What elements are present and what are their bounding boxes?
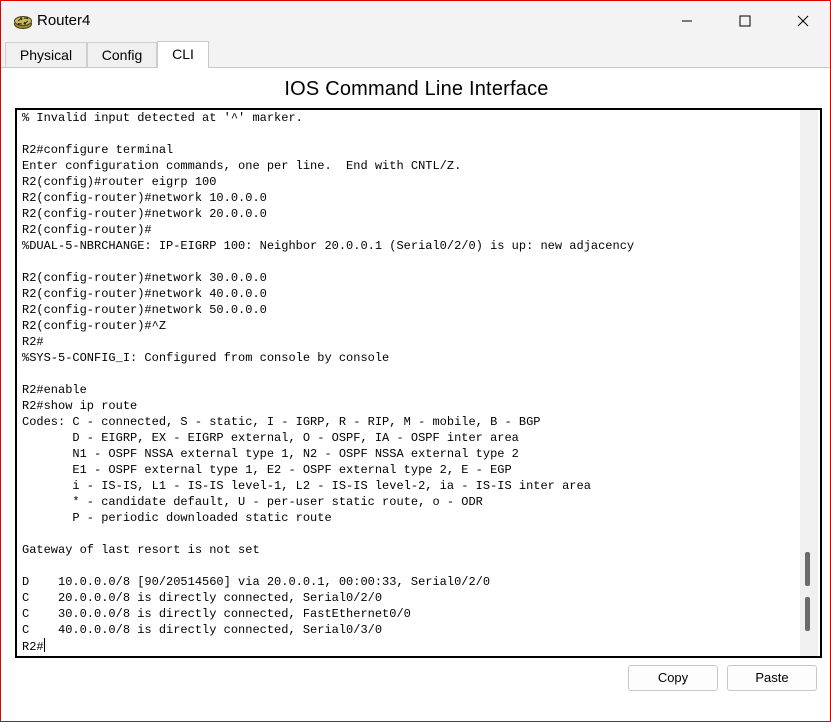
window-title: Router4 [37,12,91,29]
terminal-line: R2(config-router)# [22,223,152,237]
terminal-line: R2(config-router)#network 50.0.0.0 [22,303,267,317]
terminal-line: C 30.0.0.0/8 is directly connected, Fast… [22,607,411,621]
terminal-line: C 20.0.0.0/8 is directly connected, Seri… [22,591,383,605]
tab-physical[interactable]: Physical [5,42,87,67]
scrollbar-thumb-lower[interactable] [805,597,810,631]
terminal-output: % Invalid input detected at '^' marker. … [22,110,634,655]
terminal-line: R2#enable [22,383,87,397]
terminal-line: * - candidate default, U - per-user stat… [72,495,483,509]
terminal-line: N1 - OSPF NSSA external type 1, N2 - OSP… [72,447,519,461]
terminal-line: i - IS-IS, L1 - IS-IS level-1, L2 - IS-I… [72,479,591,493]
terminal-line: E1 - OSPF external type 1, E2 - OSPF ext… [72,463,512,477]
terminal-line: R2(config-router)#network 10.0.0.0 [22,191,267,205]
terminal-line: %DUAL-5-NBRCHANGE: IP-EIGRP 100: Neighbo… [22,239,635,253]
title-bar: Router4 [1,1,830,41]
terminal-line: R2# [22,335,44,349]
tab-bar: Physical Config CLI [1,41,830,68]
terminal-history: % Invalid input detected at '^' marker. … [22,111,634,637]
terminal-line: R2(config-router)#^Z [22,319,167,333]
terminal-line: R2#configure terminal [22,143,174,157]
terminal-line: R2(config-router)#network 30.0.0.0 [22,271,267,285]
close-button[interactable] [774,1,830,41]
text-cursor [43,638,45,652]
terminal-line: % Invalid input detected at '^' marker. [22,111,303,125]
router-window: Router4 Physical Config CLI IOS Command … [0,0,831,722]
terminal-line: Codes: C - connected, S - static, I - IG… [22,415,541,429]
minimize-button[interactable] [658,1,716,41]
terminal-line: R2(config)#router eigrp 100 [22,175,217,189]
terminal-line: C 40.0.0.0/8 is directly connected, Seri… [22,623,383,637]
scrollbar-thumb-upper[interactable] [805,552,810,586]
minimize-icon [682,20,692,22]
paste-button[interactable]: Paste [727,665,817,691]
copy-button[interactable]: Copy [628,665,718,691]
terminal-line: Enter configuration commands, one per li… [22,159,462,173]
page-title: IOS Command Line Interface [284,78,549,100]
tab-cli[interactable]: CLI [157,41,209,68]
maximize-icon [739,15,751,27]
terminal-line: R2(config-router)#network 20.0.0.0 [22,207,267,221]
terminal-line: D - EIGRP, EX - EIGRP external, O - OSPF… [72,431,519,445]
close-icon [797,15,809,27]
cli-panel: IOS Command Line Interface % Invalid inp… [1,68,830,721]
terminal-line: D 10.0.0.0/8 [90/20514560] via 20.0.0.1,… [22,575,491,589]
terminal-line: P - periodic downloaded static route [72,511,332,525]
router-app-icon [13,12,33,30]
terminal-prompt: R2# [22,640,44,654]
tab-config[interactable]: Config [87,42,157,67]
terminal-console[interactable]: % Invalid input detected at '^' marker. … [15,108,822,658]
terminal-line: R2(config-router)#network 40.0.0.0 [22,287,267,301]
terminal-scrollbar[interactable] [800,110,818,656]
terminal-line: R2#show ip route [22,399,138,413]
maximize-button[interactable] [716,1,774,41]
terminal-line: %SYS-5-CONFIG_I: Configured from console… [22,351,390,365]
terminal-line: Gateway of last resort is not set [22,543,260,557]
